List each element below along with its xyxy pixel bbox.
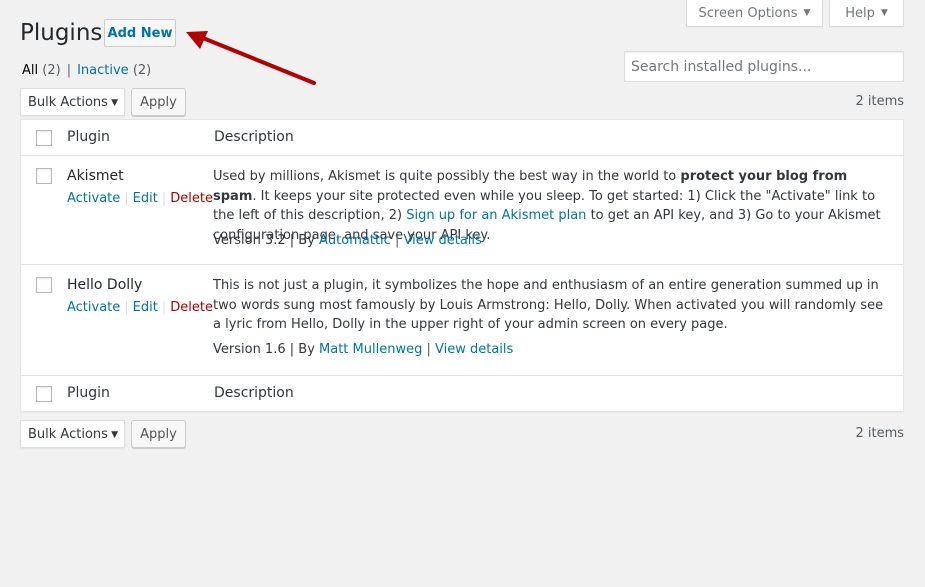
apply-button-bottom[interactable]: Apply [131, 420, 186, 448]
help-label: Help [845, 5, 875, 21]
author-link[interactable]: Matt Mullenweg [319, 342, 422, 357]
plugin-checkbox[interactable] [36, 168, 52, 184]
table-row: Akismet Activate | Edit | Delete Used by… [21, 156, 903, 265]
filter-all[interactable]: All (2) [22, 63, 61, 78]
bulk-actions-select-bottom[interactable]: Bulk Actions ▼ [20, 420, 125, 448]
plugin-meta: Version 1.6 | By Matt Mullenweg | View d… [213, 342, 514, 357]
caret-down-icon: ▼ [880, 8, 888, 18]
table-footer: Plugin Description [21, 375, 903, 411]
plugin-version: Version 1.6 [213, 342, 286, 357]
delete-link[interactable]: Delete [170, 191, 213, 206]
activate-link[interactable]: Activate [67, 300, 120, 315]
filter-inactive[interactable]: Inactive (2) [77, 63, 151, 78]
plugins-table: Plugin Description Akismet Activate | Ed… [20, 119, 904, 412]
status-filters: All (2) | Inactive (2) [22, 63, 151, 78]
select-all-checkbox[interactable] [36, 130, 52, 146]
column-plugin-header: Plugin [67, 129, 110, 145]
column-description-footer: Description [214, 385, 294, 401]
filter-separator: | [66, 63, 72, 78]
search-input[interactable] [624, 51, 904, 82]
plugin-description: This is not just a plugin, it symbolizes… [213, 278, 884, 332]
column-plugin-footer: Plugin [67, 385, 110, 401]
view-details-link[interactable]: View details [403, 233, 481, 248]
plugin-meta: Version 3.2 | By Automattic | View detai… [213, 233, 482, 248]
screen-options-button[interactable]: Screen Options ▼ [686, 0, 823, 27]
annotation-arrow-icon [186, 31, 316, 85]
apply-button[interactable]: Apply [131, 88, 186, 116]
edit-link[interactable]: Edit [133, 300, 158, 315]
activate-link[interactable]: Activate [67, 191, 120, 206]
plugin-name: Akismet [67, 168, 124, 184]
action-separator: | [161, 300, 167, 315]
author-link[interactable]: Automattic [319, 233, 391, 248]
table-row: Hello Dolly Activate | Edit | Delete Thi… [21, 265, 903, 375]
plugin-version: Version 3.2 [213, 233, 286, 248]
caret-down-icon: ▼ [111, 430, 118, 440]
plugin-checkbox[interactable] [36, 277, 52, 293]
column-description-header: Description [214, 129, 294, 145]
select-all-checkbox[interactable] [36, 386, 52, 402]
view-details-link[interactable]: View details [435, 342, 513, 357]
bulk-actions-select[interactable]: Bulk Actions ▼ [20, 88, 125, 116]
action-separator: | [124, 300, 129, 315]
caret-down-icon: ▼ [803, 8, 811, 18]
help-button[interactable]: Help ▼ [829, 0, 904, 27]
plugin-name: Hello Dolly [67, 277, 143, 293]
edit-link[interactable]: Edit [133, 191, 158, 206]
table-header: Plugin Description [21, 120, 903, 156]
action-separator: | [124, 191, 129, 206]
screen-options-label: Screen Options [698, 5, 798, 21]
action-separator: | [161, 191, 167, 206]
row-actions: Activate | Edit | Delete [67, 300, 213, 315]
delete-link[interactable]: Delete [170, 300, 213, 315]
signup-link[interactable]: Sign up for an Akismet plan [406, 208, 586, 223]
row-actions: Activate | Edit | Delete [67, 191, 213, 206]
page-title: Plugins [20, 20, 103, 46]
add-new-button[interactable]: Add New [104, 19, 176, 47]
items-count-bottom: 2 items [855, 426, 904, 441]
caret-down-icon: ▼ [111, 98, 118, 108]
items-count: 2 items [855, 94, 904, 109]
